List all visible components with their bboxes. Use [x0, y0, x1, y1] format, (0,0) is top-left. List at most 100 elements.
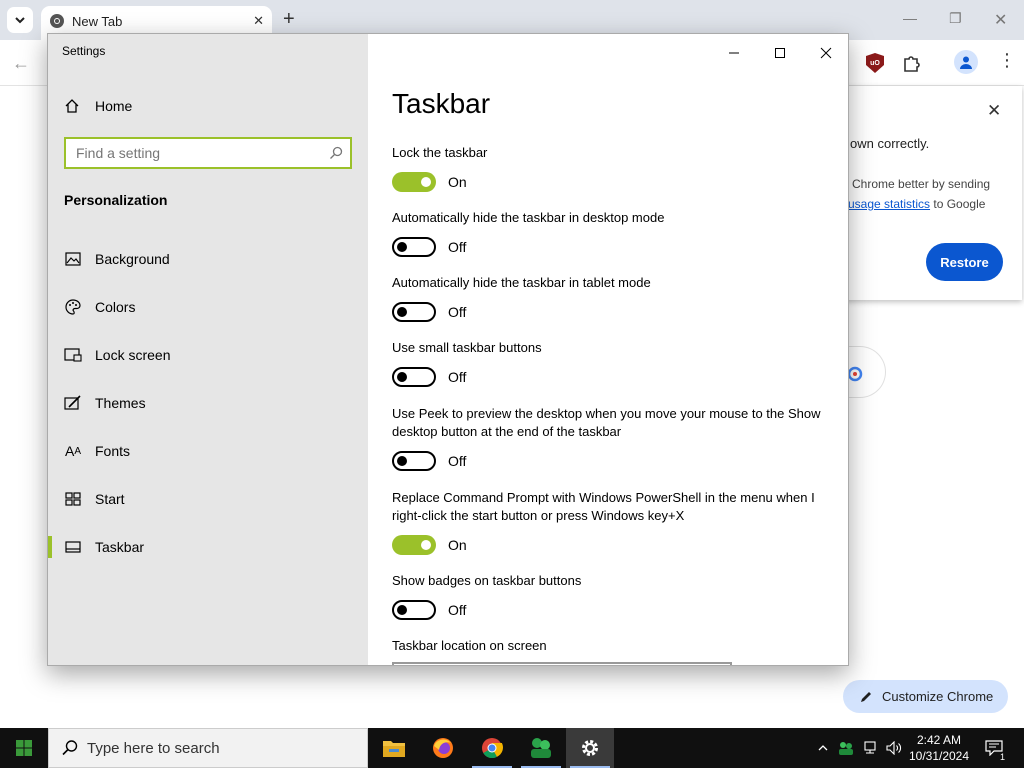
- taskbar-search-input[interactable]: [87, 729, 357, 767]
- taskbar-app-green[interactable]: [517, 728, 565, 768]
- maximize-button[interactable]: [757, 38, 803, 68]
- setting-label: Automatically hide the taskbar in deskto…: [392, 210, 665, 225]
- ublock-origin-icon[interactable]: uO: [866, 53, 884, 73]
- autohide-desktop-toggle[interactable]: [392, 237, 436, 257]
- extensions-puzzle-icon[interactable]: [902, 53, 922, 73]
- setting-label: Replace Command Prompt with Windows Powe…: [392, 490, 815, 523]
- more-menu-icon[interactable]: ⋮: [998, 50, 1016, 71]
- nav-item-themes[interactable]: Themes: [48, 380, 368, 426]
- nav-item-fonts[interactable]: AA Fonts: [48, 428, 368, 474]
- taskbar-app-firefox[interactable]: [419, 728, 467, 768]
- search-icon: [330, 146, 343, 159]
- toggle-state: Off: [448, 369, 467, 385]
- restore-button[interactable]: Restore: [926, 243, 1003, 281]
- popup-message: Chrome better by sending: [852, 177, 991, 191]
- badges-toggle[interactable]: [392, 600, 436, 620]
- toggle-knob: [397, 605, 407, 615]
- toggle-knob: [397, 372, 407, 382]
- nav-item-start[interactable]: Start: [48, 476, 368, 522]
- powershell-toggle[interactable]: [392, 535, 436, 555]
- popup-message: usage statistics to Google: [848, 197, 986, 211]
- firefox-icon: [433, 738, 453, 758]
- home-label: Home: [95, 98, 133, 114]
- lock-taskbar-toggle[interactable]: [392, 172, 436, 192]
- nav-item-lock-screen[interactable]: Lock screen: [48, 332, 368, 378]
- taskbar-app-settings[interactable]: [566, 728, 614, 768]
- taskbar-app-file-explorer[interactable]: [370, 728, 418, 768]
- tab-title: New Tab: [72, 14, 123, 29]
- clock-date: 10/31/2024: [908, 749, 970, 763]
- tray-app-icon[interactable]: [836, 728, 856, 768]
- customize-chrome-button[interactable]: Customize Chrome: [843, 680, 1008, 713]
- network-icon[interactable]: [860, 728, 880, 768]
- background-image-icon: [64, 251, 82, 267]
- windows-logo-icon: [16, 740, 32, 756]
- popup-message: own correctly.: [850, 136, 930, 151]
- close-icon: [820, 47, 832, 59]
- peek-toggle[interactable]: [392, 451, 436, 471]
- autohide-tablet-toggle[interactable]: [392, 302, 436, 322]
- taskbar-app-chrome[interactable]: [468, 728, 516, 768]
- settings-gear-icon: [582, 740, 598, 756]
- windows-taskbar: 2:42 AM 10/31/2024 1: [0, 728, 1024, 768]
- setting-label: Lock the taskbar: [392, 145, 488, 160]
- window-title: Settings: [62, 44, 106, 58]
- toggle-knob: [397, 242, 407, 252]
- chevron-down-icon: [15, 17, 25, 24]
- close-button[interactable]: [803, 38, 848, 68]
- volume-icon[interactable]: [884, 728, 904, 768]
- settings-sidebar: Settings Home Personalization Background…: [48, 34, 368, 665]
- close-icon[interactable]: ✕: [987, 101, 1001, 121]
- taskbar-search-box: [48, 728, 368, 768]
- close-window-icon[interactable]: ✕: [994, 10, 1007, 30]
- find-setting-input[interactable]: [66, 139, 316, 167]
- new-tab-button[interactable]: +: [283, 9, 295, 29]
- toggle-state: On: [448, 174, 467, 190]
- back-arrow-icon[interactable]: ←: [12, 53, 30, 74]
- restore-pages-popup: ✕ own correctly. Chrome better by sendin…: [832, 86, 1022, 300]
- minimize-button[interactable]: [711, 38, 757, 68]
- nav-item-background[interactable]: Background: [48, 236, 368, 282]
- active-indicator: [48, 536, 52, 558]
- close-tab-icon[interactable]: ✕: [253, 13, 264, 29]
- restore-icon[interactable]: ❐: [949, 10, 962, 27]
- setting-label: Taskbar location on screen: [392, 638, 547, 653]
- toggle-knob: [397, 307, 407, 317]
- profile-avatar-icon[interactable]: [954, 50, 978, 74]
- tab-search-button[interactable]: [7, 7, 33, 33]
- usage-statistics-link[interactable]: usage statistics: [848, 197, 930, 211]
- minimize-icon[interactable]: —: [903, 10, 917, 26]
- chrome-logo-icon: [50, 14, 64, 28]
- toggle-state: Off: [448, 239, 467, 255]
- maximize-icon: [775, 48, 785, 58]
- small-buttons-toggle[interactable]: [392, 367, 436, 387]
- search-icon: [62, 740, 78, 756]
- chrome-icon: [482, 738, 503, 759]
- start-grid-icon: [64, 491, 82, 507]
- pencil-icon: [861, 691, 871, 702]
- show-hidden-icons-button[interactable]: [814, 728, 832, 768]
- toggle-state: On: [448, 537, 467, 553]
- setting-label: Use Peek to preview the desktop when you…: [392, 406, 821, 439]
- start-button[interactable]: [0, 728, 48, 768]
- nav-item-taskbar[interactable]: Taskbar: [48, 524, 368, 570]
- toggle-knob: [421, 177, 431, 187]
- settings-content: Taskbar Lock the taskbar On Automaticall…: [368, 34, 848, 665]
- palette-icon: [64, 299, 82, 315]
- nav-item-colors[interactable]: Colors: [48, 284, 368, 330]
- find-setting-search-box: [64, 137, 352, 169]
- customize-chrome-label: Customize Chrome: [882, 689, 994, 704]
- chevron-up-icon: [818, 745, 828, 751]
- home-nav-item[interactable]: Home: [64, 98, 132, 114]
- file-explorer-icon: [383, 741, 405, 757]
- minimize-icon: [729, 52, 739, 54]
- taskbar-location-dropdown[interactable]: [392, 662, 732, 665]
- toggle-state: Off: [448, 453, 467, 469]
- clock-time: 2:42 AM: [916, 733, 962, 747]
- toggle-state: Off: [448, 602, 467, 618]
- system-clock[interactable]: 2:42 AM 10/31/2024: [906, 732, 972, 764]
- toggle-knob: [421, 540, 431, 550]
- action-center-button[interactable]: 1: [980, 728, 1008, 768]
- setting-label: Show badges on taskbar buttons: [392, 573, 582, 588]
- page-title: Taskbar: [392, 88, 491, 119]
